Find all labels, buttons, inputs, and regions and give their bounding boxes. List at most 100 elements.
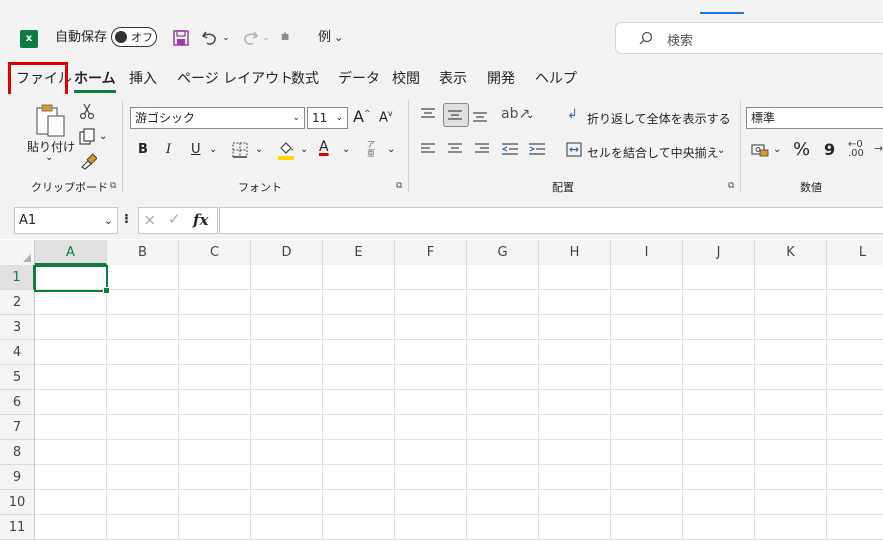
grid-cell[interactable] [323,365,395,390]
grid-cell[interactable] [755,290,827,315]
grid-cell[interactable] [467,465,539,490]
column-header[interactable]: B [107,240,179,265]
borders-dropdown-icon[interactable]: ⌄ [255,144,263,155]
grid-cell[interactable] [611,515,683,540]
undo-dropdown-icon[interactable]: ⌄ [222,33,230,43]
grid-cell[interactable] [107,440,179,465]
accounting-format-icon[interactable] [751,143,769,157]
grid-cell[interactable] [611,465,683,490]
grid-cell[interactable] [683,490,755,515]
number-format-dropdown[interactable]: 標準 [746,107,883,129]
grid-cell[interactable] [827,490,883,515]
fill-color-icon[interactable] [276,139,296,161]
grid-cell[interactable] [107,290,179,315]
grid-cell[interactable] [395,315,467,340]
phonetic-guide-button[interactable]: ア亜 [367,140,377,158]
grid-cell[interactable] [395,365,467,390]
column-header[interactable]: C [179,240,251,265]
font-name-dropdown[interactable]: 游ゴシック ⌄ [130,107,305,129]
grid-cell[interactable] [251,515,323,540]
grid-cell[interactable] [323,315,395,340]
grid-cell[interactable] [35,440,107,465]
phonetic-dropdown-icon[interactable]: ⌄ [387,144,395,155]
autosave-toggle[interactable]: オフ [111,27,157,47]
grid-cell[interactable] [539,390,611,415]
decrease-decimal-icon[interactable]: → [874,142,883,155]
redo-dropdown-icon[interactable]: ⌄ [262,33,270,43]
grid-cell[interactable] [827,265,883,290]
grid-cell[interactable] [467,415,539,440]
grid-cell[interactable] [467,440,539,465]
grid-cell[interactable] [467,290,539,315]
align-middle-button[interactable] [443,103,469,127]
underline-button[interactable]: U [191,142,201,157]
row-header[interactable]: 6 [0,390,35,415]
grid-cell[interactable] [323,415,395,440]
tab-formulas[interactable]: 数式 [291,70,319,88]
formula-bar-more-icon[interactable]: ⁝ [124,212,129,227]
grid-cell[interactable] [323,390,395,415]
align-right-icon[interactable] [474,142,490,156]
grid-cell[interactable] [251,315,323,340]
grid-cell[interactable] [35,515,107,540]
insert-function-icon[interactable]: fx [193,211,208,229]
orientation-dropdown-icon[interactable]: ⌄ [526,110,534,121]
save-icon[interactable] [172,29,190,47]
example-dropdown-icon[interactable]: ⌄ [334,31,343,44]
grid-cell[interactable] [683,515,755,540]
grid-cell[interactable] [539,265,611,290]
grid-cell[interactable] [611,340,683,365]
row-header[interactable]: 4 [0,340,35,365]
font-launcher-icon[interactable]: ⧉ [396,181,402,191]
grid-cell[interactable] [251,465,323,490]
grid-cell[interactable] [395,290,467,315]
grid-cell[interactable] [683,340,755,365]
grid-cell[interactable] [107,340,179,365]
column-header[interactable]: I [611,240,683,265]
grid-cell[interactable] [827,315,883,340]
grid-cell[interactable] [827,290,883,315]
grid-cell[interactable] [611,490,683,515]
grid-cell[interactable] [611,365,683,390]
grid-cell[interactable] [395,265,467,290]
row-header[interactable]: 7 [0,415,35,440]
grid-cell[interactable] [323,265,395,290]
align-center-icon[interactable] [447,142,463,156]
grid-cell[interactable] [395,415,467,440]
grid-cell[interactable] [611,290,683,315]
column-header[interactable]: K [755,240,827,265]
customize-qat-icon[interactable]: ⩧ [281,29,289,45]
grid-cell[interactable] [467,490,539,515]
underline-dropdown-icon[interactable]: ⌄ [209,144,217,155]
font-color-dropdown-icon[interactable]: ⌄ [342,144,350,155]
clipboard-launcher-icon[interactable]: ⧉ [110,181,116,191]
grid-cell[interactable] [827,515,883,540]
copy-dropdown-icon[interactable]: ⌄ [99,131,107,142]
grid-cell[interactable] [539,315,611,340]
grid-cell[interactable] [467,265,539,290]
grid-cell[interactable] [683,390,755,415]
grid-cell[interactable] [35,390,107,415]
align-top-icon[interactable] [420,107,436,121]
font-size-dropdown[interactable]: 11 ⌄ [307,107,348,129]
grid-cell[interactable] [323,440,395,465]
grid-cell[interactable] [539,365,611,390]
example-label[interactable]: 例 [318,30,331,46]
name-box[interactable]: A1 ⌄ [14,207,118,234]
grid-cell[interactable] [35,415,107,440]
grid-cell[interactable] [827,415,883,440]
column-header[interactable]: H [539,240,611,265]
paste-dropdown-icon[interactable]: ⌄ [45,152,53,163]
select-all-button[interactable] [0,240,35,265]
grid-cell[interactable] [467,515,539,540]
grid-cell[interactable] [539,515,611,540]
row-header[interactable]: 9 [0,465,35,490]
grid-cell[interactable] [251,390,323,415]
grid-cell[interactable] [539,440,611,465]
grid-cell[interactable] [179,290,251,315]
grid-cell[interactable] [683,290,755,315]
column-header[interactable]: D [251,240,323,265]
decrease-indent-icon[interactable] [501,142,519,156]
cancel-icon[interactable]: × [143,210,156,229]
row-header[interactable]: 3 [0,315,35,340]
